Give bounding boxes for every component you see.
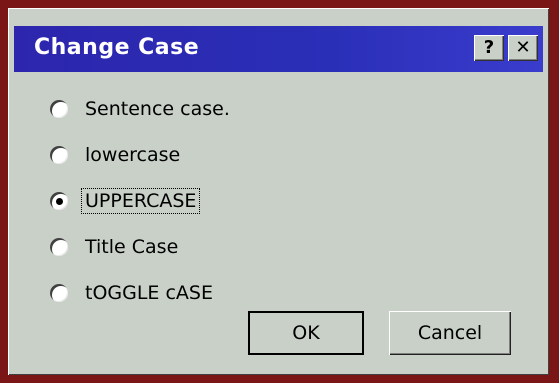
help-button[interactable]: ? <box>474 35 504 61</box>
dialog-title: Change Case <box>34 35 200 60</box>
option-label-lowercase: lowercase <box>85 144 181 166</box>
option-toggle-case[interactable]: tOGGLE cASE <box>50 278 216 308</box>
close-button[interactable]: ✕ <box>508 35 538 61</box>
option-sentence-case[interactable]: Sentence case. <box>50 94 233 124</box>
radio-title-case[interactable] <box>50 238 68 256</box>
dialog-titlebar: Change Case ? ✕ <box>14 26 543 72</box>
option-label-uppercase: UPPERCASE <box>80 188 201 214</box>
radio-lowercase[interactable] <box>50 146 68 164</box>
radio-toggle-case[interactable] <box>50 284 68 302</box>
option-label-toggle-case: tOGGLE cASE <box>85 282 213 304</box>
option-label-title-case: Title Case <box>85 236 179 258</box>
close-icon: ✕ <box>515 37 531 58</box>
option-title-case[interactable]: Title Case <box>50 232 181 262</box>
option-lowercase[interactable]: lowercase <box>50 140 183 170</box>
option-uppercase[interactable]: UPPERCASE <box>50 186 201 216</box>
cancel-button[interactable]: Cancel <box>389 311 511 355</box>
radio-uppercase[interactable] <box>50 192 68 210</box>
ok-button[interactable]: OK <box>248 311 364 355</box>
radio-sentence-case[interactable] <box>50 100 68 118</box>
change-case-dialog: Change Case ? ✕ Sentence case. lowercase… <box>8 8 549 375</box>
help-icon: ? <box>483 37 495 58</box>
option-label-sentence-case: Sentence case. <box>85 98 230 120</box>
